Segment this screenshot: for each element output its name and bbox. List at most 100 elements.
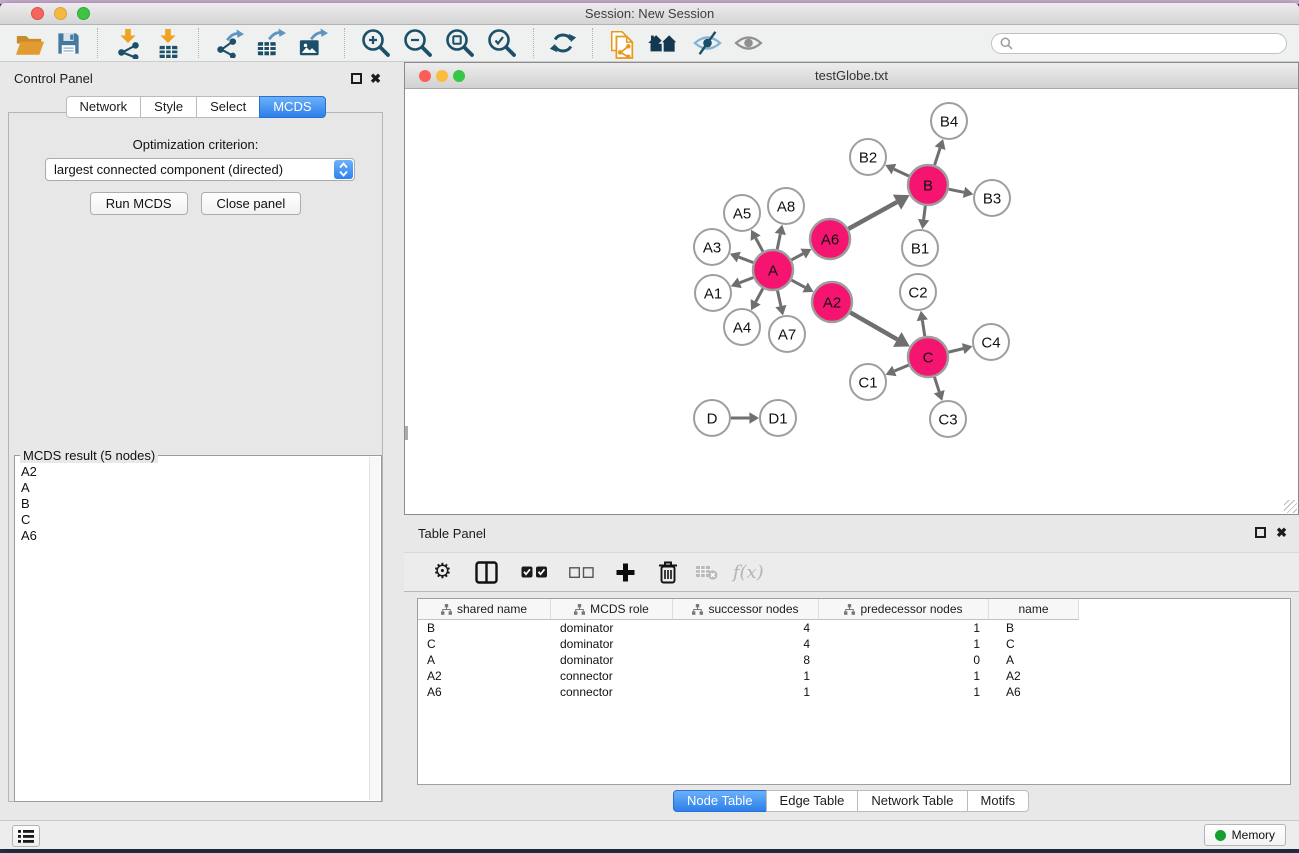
graph-node-A6[interactable]: A6 [810,219,850,259]
export-image-icon[interactable] [297,28,329,58]
delete-column-icon[interactable] [658,560,678,585]
graph-edge-B-B4[interactable] [935,148,941,165]
network-minimize-button[interactable] [436,70,448,82]
table-options-gear-icon[interactable]: ⚙ [433,561,452,583]
open-session-icon[interactable] [15,30,45,57]
table-tab-motifs[interactable]: Motifs [967,790,1030,812]
close-panel-button[interactable]: Close panel [201,192,302,215]
graph-edge-C-C4[interactable] [948,349,963,353]
zoom-out-icon[interactable] [402,27,434,59]
cell-name[interactable]: C [989,636,1079,652]
graph-node-B3[interactable]: B3 [974,180,1010,216]
result-scrollbar[interactable] [369,457,380,800]
network-canvas[interactable]: AA1A2A3A4A5A6A7A8BB1B2B3B4CC1C2C3C4DD1 [405,89,1298,514]
table-tab-network-table[interactable]: Network Table [857,790,967,812]
cell-predecessor-nodes[interactable]: 1 [819,684,989,700]
cell-predecessor-nodes[interactable]: 0 [819,652,989,668]
graph-node-A8[interactable]: A8 [768,188,804,224]
graph-node-C4[interactable]: C4 [973,324,1009,360]
mcds-result-item[interactable]: A6 [21,528,381,544]
cell-successor-nodes[interactable]: 4 [673,620,819,636]
cell-name[interactable]: A2 [989,668,1079,684]
cell-mcds-role[interactable]: dominator [551,652,673,668]
cell-shared-name[interactable]: A [418,652,551,668]
network-from-selection-icon[interactable] [608,28,637,59]
cell-mcds-role[interactable]: dominator [551,620,673,636]
column-header-mcds-role[interactable]: MCDS role [551,599,673,620]
cell-mcds-role[interactable]: dominator [551,636,673,652]
graph-edge-A-A2[interactable] [791,280,805,287]
graph-node-A1[interactable]: A1 [695,275,731,311]
cell-predecessor-nodes[interactable]: 1 [819,636,989,652]
cell-shared-name[interactable]: B [418,620,551,636]
network-zoom-button[interactable] [453,70,465,82]
table-tab-edge-table[interactable]: Edge Table [766,790,859,812]
zoom-in-icon[interactable] [360,27,392,59]
cell-shared-name[interactable]: A6 [418,684,551,700]
column-header-successor-nodes[interactable]: successor nodes [673,599,819,620]
column-header-name[interactable]: name [989,599,1079,620]
column-header-shared-name[interactable]: shared name [418,599,551,620]
graph-edge-A-A6[interactable] [791,254,803,260]
graph-node-A[interactable]: A [753,250,793,290]
graph-edge-A-A5[interactable] [756,238,763,251]
graph-node-A5[interactable]: A5 [724,195,760,231]
cell-mcds-role[interactable]: connector [551,668,673,684]
graph-edge-C-C3[interactable] [934,377,939,392]
graph-edge-A2-C[interactable] [850,312,897,339]
close-panel-icon[interactable]: ✖ [370,71,381,86]
cell-shared-name[interactable]: A2 [418,668,551,684]
graph-edge-B-B2[interactable] [894,169,909,176]
table-tab-node-table[interactable]: Node Table [673,790,767,812]
export-network-icon[interactable] [214,28,245,58]
refresh-icon[interactable] [549,29,577,57]
zoom-selected-icon[interactable] [486,27,518,59]
graph-edge-A-A3[interactable] [739,257,754,263]
zoom-fit-icon[interactable] [444,27,476,59]
graph-edge-B-B1[interactable] [924,206,926,220]
graph-edge-C-C2[interactable] [922,320,924,336]
task-history-button[interactable] [12,825,40,847]
graph-edge-C-C1[interactable] [894,365,908,371]
cell-successor-nodes[interactable]: 1 [673,668,819,684]
close-window-button[interactable] [31,7,44,20]
unselect-all-columns-icon[interactable] [569,567,594,578]
select-all-columns-icon[interactable] [521,566,548,578]
graph-edge-A-A7[interactable] [777,291,780,307]
mcds-result-item[interactable]: A [21,480,381,496]
save-session-icon[interactable] [55,30,82,57]
float-table-panel-icon[interactable] [1255,527,1266,538]
mcds-result-item[interactable]: A2 [21,464,381,480]
import-network-icon[interactable] [113,28,143,59]
cell-successor-nodes[interactable]: 8 [673,652,819,668]
graph-node-D1[interactable]: D1 [760,400,796,436]
zoom-window-button[interactable] [77,7,90,20]
graph-node-A7[interactable]: A7 [769,316,805,352]
graph-node-C[interactable]: C [908,337,948,377]
memory-button[interactable]: Memory [1204,824,1286,846]
graph-node-C3[interactable]: C3 [930,401,966,437]
cell-name[interactable]: A [989,652,1079,668]
graph-edge-A6-B[interactable] [848,202,897,229]
criterion-dropdown[interactable]: largest connected component (directed) [45,158,355,181]
close-table-panel-icon[interactable]: ✖ [1276,525,1287,540]
show-hidden-icon[interactable] [733,31,764,56]
cell-name[interactable]: A6 [989,684,1079,700]
cell-predecessor-nodes[interactable]: 1 [819,668,989,684]
cell-shared-name[interactable]: C [418,636,551,652]
float-panel-icon[interactable] [351,73,362,84]
graph-node-B[interactable]: B [908,165,948,205]
search-input[interactable] [1018,36,1278,50]
cell-name[interactable]: B [989,620,1079,636]
tab-style[interactable]: Style [140,96,197,118]
graph-edge-A-A4[interactable] [756,288,763,301]
network-close-button[interactable] [419,70,431,82]
graph-node-D[interactable]: D [694,400,730,436]
graph-node-A4[interactable]: A4 [724,309,760,345]
tab-select[interactable]: Select [196,96,260,118]
graph-edge-A-A1[interactable] [740,278,754,283]
graph-edge-A-A8[interactable] [777,234,780,249]
graph-node-B1[interactable]: B1 [902,230,938,266]
export-table-icon[interactable] [255,28,287,58]
cell-successor-nodes[interactable]: 4 [673,636,819,652]
